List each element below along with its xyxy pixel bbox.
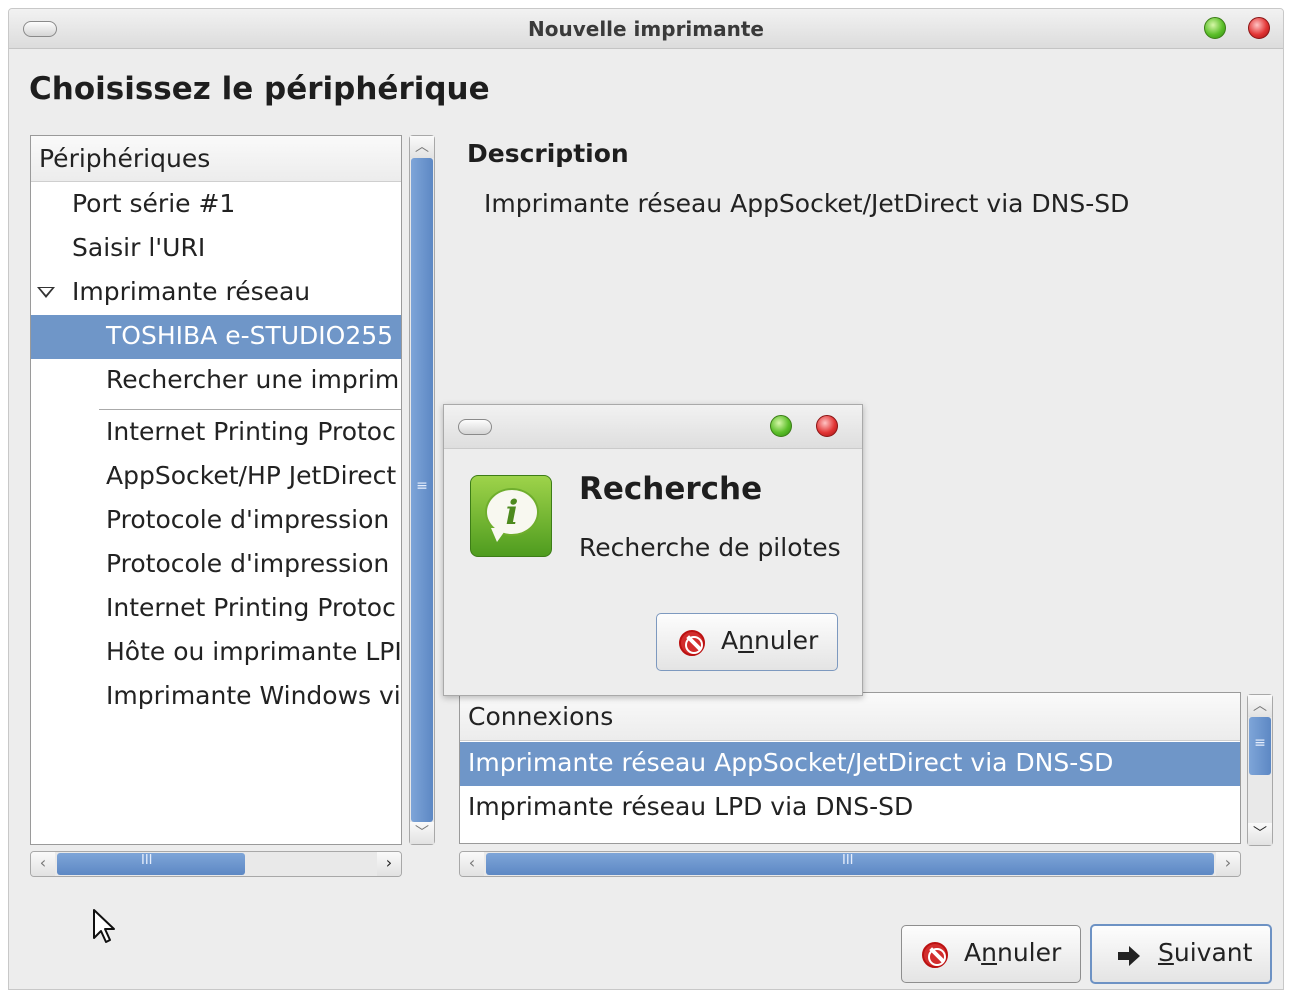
tree-item-label: Hôte ou imprimante LPI xyxy=(106,637,401,666)
tree-item-label: Imprimante Windows vi xyxy=(106,681,401,710)
tree-item-ipp-2[interactable]: Internet Printing Protoc xyxy=(31,587,401,631)
next-button[interactable]: Suivant xyxy=(1090,924,1272,984)
tree-item-label: Internet Printing Protoc xyxy=(106,417,396,446)
scroll-left-icon[interactable]: ‹ xyxy=(31,852,55,876)
connections-column-header[interactable]: Connexions xyxy=(460,693,1240,741)
search-dialog: i Recherche Recherche de pilotes Annuler xyxy=(443,404,863,696)
connection-lpd[interactable]: Imprimante réseau LPD via DNS-SD xyxy=(460,786,1240,830)
scroll-down-icon[interactable]: ﹀ xyxy=(1248,823,1272,845)
cancel-button-label: Annuler xyxy=(964,938,1062,967)
connections-horizontal-scrollbar[interactable]: ‹ III › xyxy=(459,851,1241,877)
tree-item-appsocket[interactable]: AppSocket/HP JetDirect xyxy=(31,455,401,499)
tree-item-label: Saisir l'URI xyxy=(72,233,206,262)
grip-icon: III xyxy=(842,853,854,868)
description-title: Description xyxy=(467,139,629,168)
page-title: Choisissez le périphérique xyxy=(29,71,490,107)
tree-item-label: AppSocket/HP JetDirect xyxy=(106,461,397,490)
tree-item-find-printer[interactable]: Rechercher une imprim xyxy=(31,359,401,403)
connections-list[interactable]: Connexions Imprimante réseau AppSocket/J… xyxy=(459,692,1241,844)
stop-icon xyxy=(679,630,705,656)
info-icon: i xyxy=(470,475,552,557)
close-button-icon[interactable] xyxy=(1248,17,1270,39)
tree-item-lpd-host[interactable]: Hôte ou imprimante LPI xyxy=(31,631,401,675)
connections-vertical-scrollbar[interactable]: ︿ ≡ ﹀ xyxy=(1247,694,1273,846)
window-title: Nouvelle imprimante xyxy=(528,17,764,41)
tree-item-label: Protocole d'impression xyxy=(106,549,390,578)
dialog-cancel-label: Annuler xyxy=(721,626,819,655)
devices-tree[interactable]: Périphériques Port série #1 Saisir l'URI… xyxy=(30,135,402,845)
stop-icon xyxy=(922,942,948,968)
grip-icon: III xyxy=(141,853,153,868)
scrollbar-thumb[interactable]: ≡ xyxy=(1249,717,1271,775)
tree-item-toshiba[interactable]: TOSHIBA e-STUDIO255 ( xyxy=(31,315,401,359)
tree-item-label: Protocole d'impression xyxy=(106,505,390,534)
maximize-button-icon[interactable] xyxy=(770,415,792,437)
grip-icon: ≡ xyxy=(416,478,428,494)
maximize-button-icon[interactable] xyxy=(1204,17,1226,39)
tree-item-label: Internet Printing Protoc xyxy=(106,593,396,622)
tree-item-ipp[interactable]: Internet Printing Protoc xyxy=(31,411,401,455)
dialog-titlebar xyxy=(444,405,862,449)
tree-item-label: Port série #1 xyxy=(72,189,236,218)
arrow-right-icon xyxy=(1116,944,1142,966)
tree-item-enter-uri[interactable]: Saisir l'URI xyxy=(31,227,401,271)
dialog-cancel-button[interactable]: Annuler xyxy=(656,613,838,671)
tree-item-label: Rechercher une imprim xyxy=(106,365,400,394)
devices-column-header[interactable]: Périphériques xyxy=(31,136,401,182)
scroll-down-icon[interactable]: ﹀ xyxy=(410,822,434,844)
dialog-title: Recherche xyxy=(579,471,763,507)
description-text: Imprimante réseau AppSocket/JetDirect vi… xyxy=(484,189,1130,218)
close-button-icon[interactable] xyxy=(816,415,838,437)
scroll-up-icon[interactable]: ︿ xyxy=(1248,695,1272,717)
tree-item-label: Imprimante réseau xyxy=(72,277,311,306)
next-button-label: Suivant xyxy=(1158,938,1253,967)
scroll-up-icon[interactable]: ︿ xyxy=(410,136,434,158)
tree-item-protocol-1[interactable]: Protocole d'impression xyxy=(31,499,401,543)
scroll-right-icon[interactable]: › xyxy=(1216,852,1240,876)
titlebar: Nouvelle imprimante xyxy=(9,9,1283,49)
scroll-left-icon[interactable]: ‹ xyxy=(460,852,484,876)
scrollbar-thumb[interactable]: ≡ xyxy=(411,158,433,822)
dialog-message: Recherche de pilotes xyxy=(579,533,841,562)
cancel-button[interactable]: Annuler xyxy=(901,925,1081,983)
devices-horizontal-scrollbar[interactable]: ‹ III › xyxy=(30,851,402,877)
tree-item-windows[interactable]: Imprimante Windows vi xyxy=(31,675,401,719)
tree-separator xyxy=(99,409,401,410)
tree-item-serial-port[interactable]: Port série #1 xyxy=(31,183,401,227)
tree-item-label: TOSHIBA e-STUDIO255 ( xyxy=(106,321,401,350)
devices-vertical-scrollbar[interactable]: ︿ ≡ ﹀ xyxy=(409,135,435,845)
expander-triangle-icon[interactable] xyxy=(37,287,55,298)
connection-appsocket[interactable]: Imprimante réseau AppSocket/JetDirect vi… xyxy=(460,742,1240,786)
tree-item-protocol-2[interactable]: Protocole d'impression xyxy=(31,543,401,587)
scroll-right-icon[interactable]: › xyxy=(377,852,401,876)
grip-icon: ≡ xyxy=(1254,735,1266,751)
window-menu-icon[interactable] xyxy=(458,419,492,435)
tree-item-network-printer[interactable]: Imprimante réseau xyxy=(31,271,401,315)
mouse-pointer-icon xyxy=(92,908,116,948)
